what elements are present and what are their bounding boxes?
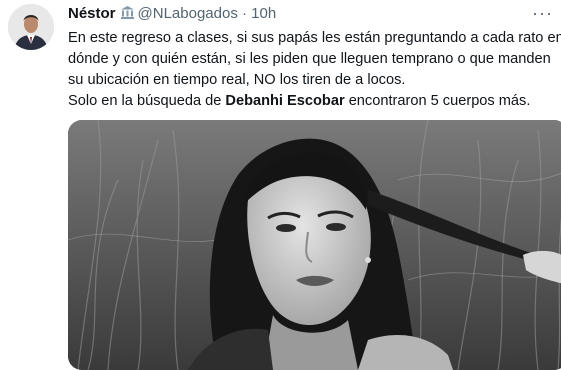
tweet-header: Néstor @NLabogados · 10h ··· [68, 3, 553, 25]
tweet-photo[interactable] [68, 120, 561, 370]
government-building-icon [120, 5, 135, 24]
tweet-text-line: su ubicación en tiempo real, NO los tire… [68, 72, 406, 88]
tweet-text-line: dónde y con quién están, si les piden qu… [68, 51, 551, 67]
tweet-text-line: En este regreso a clases, si sus papás l… [68, 30, 561, 46]
author-name[interactable]: Néstor [68, 5, 116, 22]
author-handle[interactable]: @NLabogados [138, 5, 238, 22]
text-segment: Solo en la búsqueda de [68, 93, 226, 109]
timestamp[interactable]: 10h [251, 5, 276, 22]
tweet-text-line: Solo en la búsqueda de Debanhi Escobar e… [68, 91, 561, 112]
separator-dot: · [242, 5, 247, 22]
avatar-portrait [8, 4, 54, 50]
avatar[interactable] [8, 4, 54, 50]
tweet-text: En este regreso a clases, si sus papás l… [68, 28, 561, 112]
photo-image [68, 120, 561, 370]
text-segment: encontraron 5 cuerpos más. [344, 93, 531, 109]
bold-name: Debanhi Escobar [225, 93, 345, 109]
more-options-icon[interactable]: ··· [532, 3, 553, 24]
